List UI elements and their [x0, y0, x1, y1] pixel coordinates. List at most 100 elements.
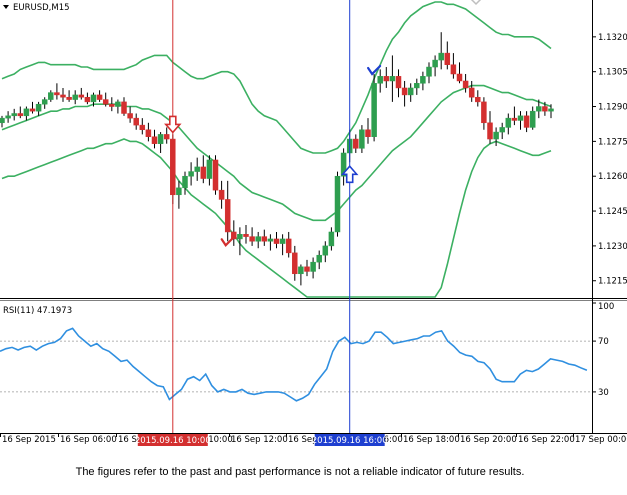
price-tick-label: 1.1290 — [598, 103, 627, 113]
candle-body — [414, 83, 420, 89]
candle-body — [206, 159, 213, 179]
time-tick-label: 17 Sep 00:00 — [575, 435, 627, 445]
candle-body — [389, 76, 396, 82]
candle-body — [121, 101, 127, 114]
candle-body — [182, 175, 188, 189]
candle-body — [310, 261, 316, 272]
candle-body — [145, 129, 152, 137]
candle-body — [41, 99, 48, 105]
candle-body — [261, 236, 268, 242]
candle-body — [96, 94, 103, 100]
candle-body — [17, 113, 24, 117]
candle-body — [285, 238, 292, 254]
candle-body — [475, 96, 481, 103]
candle-body — [243, 234, 249, 237]
candle-body — [109, 103, 115, 107]
price-tick-label: 1.1230 — [598, 242, 627, 252]
candle-body — [359, 129, 365, 149]
candle-body — [328, 231, 335, 247]
candle-body — [536, 106, 542, 112]
candle-body — [292, 252, 298, 275]
price-tick-label: 1.1320 — [598, 33, 627, 43]
candle-body — [468, 87, 475, 98]
candle-body — [377, 76, 383, 84]
time-tick-label: 16 Sep 22:00 — [518, 435, 575, 445]
candle-body — [115, 101, 121, 107]
rsi-tick-label: 100 — [598, 302, 614, 312]
candle-body — [542, 106, 548, 112]
candle-body — [176, 187, 182, 196]
candle-body — [548, 108, 554, 112]
candle-body — [462, 80, 469, 89]
candle-body — [200, 166, 207, 179]
candle-body — [499, 127, 505, 133]
candle-body — [188, 171, 194, 177]
candle-body — [60, 94, 66, 98]
candle-body — [72, 94, 78, 100]
buy-time-label: 2015.09.16 16:00 — [312, 436, 388, 446]
candle-body — [371, 83, 377, 137]
candle-body — [163, 134, 170, 140]
candle-body — [11, 113, 17, 117]
candle-body — [401, 87, 408, 96]
candle-body — [54, 92, 60, 96]
candle-body — [218, 189, 225, 200]
candle-body — [383, 76, 390, 82]
candle-body — [157, 134, 164, 144]
candle-body — [212, 159, 219, 191]
indicator-label: RSI(11) 47.1973 — [3, 306, 72, 316]
candle-body — [237, 234, 243, 240]
time-tick-label: 16 Sep 12:00 — [231, 435, 288, 445]
candle-body — [151, 136, 158, 144]
candle-body — [23, 108, 30, 117]
candle-body — [90, 94, 97, 103]
rsi-tick-label: 30 — [598, 388, 609, 398]
candle-body — [279, 238, 286, 244]
price-chart[interactable]: 1.1320 1.1305 1.1290 1.1275 1.1260 1.1245 1.12… — [0, 0, 627, 495]
candle-body — [0, 117, 5, 124]
candle-body — [84, 96, 91, 103]
price-tick-label: 1.1215 — [598, 277, 627, 287]
price-tick-label: 1.1245 — [598, 207, 627, 217]
candle-body — [432, 59, 438, 68]
candle-body — [133, 117, 139, 126]
candle-body — [249, 236, 255, 242]
candle-body — [48, 92, 54, 100]
candle-body — [127, 113, 133, 119]
candle-body — [273, 238, 280, 244]
candle-body — [35, 103, 42, 112]
chart-background — [0, 0, 627, 495]
candle-body — [365, 129, 371, 137]
candle-body — [523, 115, 530, 128]
candle-body — [511, 117, 518, 121]
candle-body — [316, 254, 322, 263]
candle-body — [194, 166, 200, 172]
candle-body — [5, 115, 11, 119]
candle-body — [353, 138, 359, 149]
candle-body — [255, 236, 261, 242]
candle-body — [29, 108, 36, 112]
candle-body — [444, 52, 451, 65]
candle-body — [267, 238, 274, 242]
rsi-tick-label: 70 — [598, 337, 609, 347]
time-tick-label: 16 Sep 18:00 — [403, 435, 460, 445]
price-tick-label: 1.1305 — [598, 68, 627, 78]
candle-body — [78, 94, 85, 98]
candle-body — [450, 64, 457, 75]
candle-body — [493, 131, 499, 140]
time-tick-label: 16 Sep 06:00 — [60, 435, 117, 445]
price-tick-label: 1.1275 — [598, 137, 627, 147]
candle-body — [426, 66, 432, 77]
candle-body — [517, 115, 524, 121]
candle-body — [481, 101, 487, 124]
candle-body — [505, 117, 512, 128]
candle-body — [407, 87, 414, 96]
candle-body — [322, 245, 329, 256]
candle-body — [102, 99, 109, 105]
time-tick-label: 16 Sep 20:00 — [460, 435, 517, 445]
candle-body — [224, 199, 231, 233]
price-tick-label: 1.1260 — [598, 172, 627, 182]
candle-body — [456, 73, 463, 82]
candle-body — [420, 76, 426, 84]
sell-time-label: 2015.09.16 10:00 — [135, 436, 211, 446]
